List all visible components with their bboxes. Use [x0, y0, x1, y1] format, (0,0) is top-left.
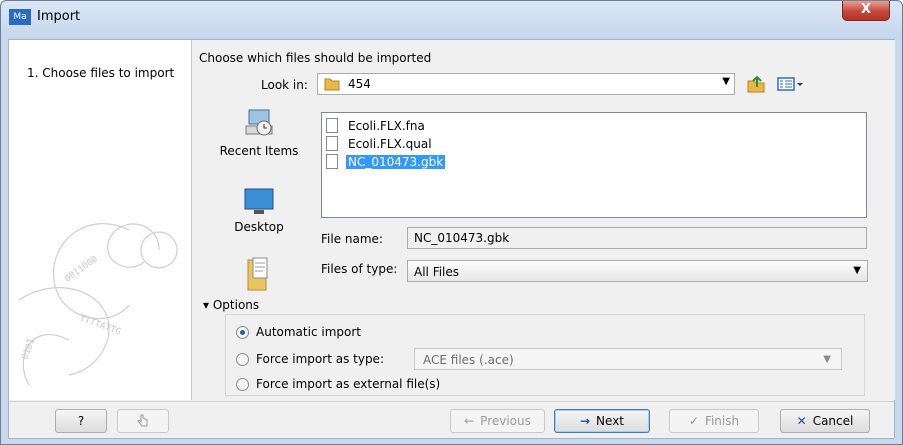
help-button[interactable]: ? [55, 409, 107, 433]
pointer-button [117, 409, 169, 433]
svg-text:0101: 0101 [20, 337, 37, 361]
radio-checked [236, 326, 249, 339]
file-name: NC_010473.gbk [346, 155, 446, 169]
next-label: Next [596, 414, 625, 428]
radio-label: Force import as external file(s) [256, 377, 441, 391]
file-list[interactable]: Ecoli.FLX.fna Ecoli.FLX.qual NC_010473.g… [321, 112, 867, 218]
file-icon [326, 154, 338, 169]
look-in-combo[interactable]: 454 ▼ [317, 73, 735, 95]
up-folder-icon[interactable] [746, 75, 766, 93]
svg-text:0011000: 0011000 [63, 255, 100, 285]
previous-button: ← Previous [450, 409, 545, 433]
place-documents[interactable] [203, 254, 315, 296]
triangle-down-icon: ▾ [203, 298, 210, 312]
checkmark-icon: ✓ [688, 414, 699, 428]
hand-pointer-icon [137, 414, 148, 427]
radio-label: Automatic import [256, 325, 361, 339]
file-name-field[interactable]: NC_010473.gbk [407, 227, 867, 249]
recent-items-icon [245, 109, 273, 136]
force-type-value: ACE files (.ace) [423, 353, 514, 367]
radio-label: Force import as type: [256, 352, 384, 366]
wizard-steps-panel: 1. Choose files to import 0011000 0101 T… [9, 40, 192, 400]
files-of-type-label: Files of type: [321, 262, 398, 276]
documents-icon [247, 257, 268, 291]
step-choose-files: 1. Choose files to import [27, 66, 175, 80]
import-dialog: Ma Import X 1. Choose files to import 00… [0, 0, 903, 445]
file-name: Ecoli.FLX.qual [348, 137, 432, 151]
app-icon: Ma [9, 9, 31, 25]
chooser-heading: Choose which files should be imported [199, 51, 432, 65]
force-type-select: ACE files (.ace) ▼ [414, 348, 842, 370]
window-title: Import [37, 9, 81, 24]
file-icon [326, 118, 338, 133]
options-panel: Automatic import Force import as type: A… [225, 314, 865, 396]
next-button[interactable]: → Next [554, 409, 650, 433]
finish-label: Finish [704, 414, 740, 428]
cancel-label: Cancel [812, 414, 854, 428]
title-bar[interactable]: Ma Import X [1, 1, 902, 39]
dialog-body: 1. Choose files to import 0011000 0101 T… [8, 39, 895, 439]
look-in-value: 454 [348, 77, 371, 91]
place-label: Recent Items [219, 144, 299, 158]
look-in-label: Look in: [261, 78, 308, 92]
x-icon: ✕ [796, 414, 807, 428]
files-of-type-value: All Files [414, 265, 460, 279]
previous-label: Previous [480, 414, 531, 428]
chevron-down-icon: ▼ [722, 76, 730, 87]
finish-button: ✓ Finish [669, 409, 759, 433]
close-button[interactable]: X [842, 1, 890, 21]
help-label: ? [77, 414, 85, 428]
place-desktop[interactable]: Desktop [203, 186, 315, 234]
place-recent-items[interactable]: Recent Items [203, 106, 315, 158]
svg-text:TTTTATTG: TTTTATTG [78, 313, 122, 337]
place-label: Desktop [234, 220, 284, 234]
desktop-icon [244, 188, 274, 214]
button-bar: ? ← Previous → Next ✓ Finish ✕ Cancel [9, 401, 894, 438]
files-of-type-select[interactable]: All Files ▼ [407, 260, 868, 282]
cancel-button[interactable]: ✕ Cancel [780, 409, 870, 433]
chevron-down-icon: ▼ [853, 265, 861, 276]
chevron-down-icon: ▼ [823, 354, 831, 365]
options-label: Options [212, 298, 260, 312]
file-chooser: Choose which files should be imported Lo… [193, 40, 895, 400]
file-name: Ecoli.FLX.fna [348, 119, 425, 133]
file-icon [326, 136, 338, 151]
radio-unchecked [236, 378, 249, 391]
arrow-right-icon: → [579, 414, 591, 428]
folder-icon [324, 78, 340, 91]
file-name-label: File name: [321, 232, 383, 246]
options-toggle[interactable]: ▾ Options [203, 298, 259, 312]
decorative-swirl-icon: 0011000 0101 TTTTATTG [18, 223, 178, 386]
radio-unchecked [236, 353, 249, 366]
places-bar: Recent Items Desktop [203, 106, 315, 292]
view-menu-icon[interactable] [776, 75, 806, 93]
arrow-left-icon: ← [464, 414, 475, 428]
